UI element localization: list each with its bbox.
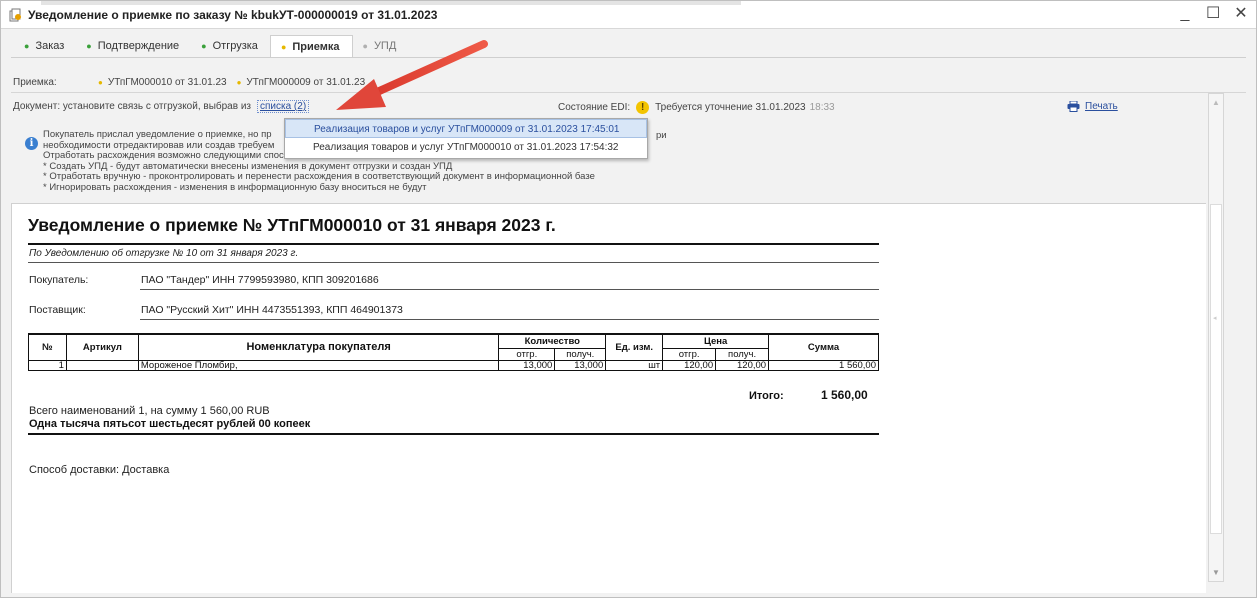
- col-unit: Ед. изм.: [605, 333, 664, 361]
- col-article: Артикул: [65, 333, 139, 361]
- buyer-row: Покупатель: ПАО "Тандер" ИНН 7799593980,…: [29, 274, 379, 286]
- window-title: Уведомление о приемке по заказу № kbukУТ…: [28, 8, 438, 22]
- items-table: № Артикул Номенклатура покупателя Количе…: [28, 333, 879, 371]
- acceptance-link-1[interactable]: ● УТпГМ000010 от 31.01.23: [98, 77, 227, 88]
- tab-label: УПД: [373, 40, 397, 52]
- dropdown-item-realization-009[interactable]: Реализация товаров и услуг УТпГМ000009 о…: [285, 119, 647, 138]
- cell-article: [65, 359, 139, 371]
- tab-label: Подтверждение: [97, 40, 180, 52]
- dropdown-item-realization-010[interactable]: Реализация товаров и услуг УТпГМ000010 о…: [285, 138, 647, 157]
- cell-qty-shipped: 13,000: [498, 359, 556, 371]
- print-label: Печать: [1085, 101, 1118, 112]
- document-select-dropdown: Реализация товаров и услуг УТпГМ000009 о…: [284, 118, 648, 159]
- tabs-divider: [11, 57, 1246, 58]
- col-num: №: [28, 333, 67, 361]
- tab-order[interactable]: ● Заказ: [14, 35, 76, 57]
- supplier-underline: [140, 319, 879, 320]
- status-dot-icon: ●: [362, 41, 368, 51]
- cell-qty-received: 13,000: [554, 359, 607, 371]
- acceptance-link-2[interactable]: ● УТпГМ000009 от 31.01.23: [237, 77, 366, 88]
- acceptance-label: Приемка:: [13, 77, 57, 88]
- edi-label: Состояние EDI:: [558, 102, 631, 113]
- cell-price-shipped: 120,00: [662, 359, 717, 371]
- report-title: Уведомление о приемке № УТпГМ000010 от 3…: [28, 215, 556, 235]
- acceptance-link-text: УТпГМ000009 от 31.01.23: [246, 77, 366, 88]
- table-row: 1 Мороженое Пломбир, 13,000 13,000 шт 12…: [28, 359, 879, 371]
- document-app-icon: [9, 8, 21, 22]
- edi-status-text: Требуется уточнение: [655, 102, 753, 113]
- window: Уведомление о приемке по заказу № kbukУТ…: [0, 0, 1257, 598]
- status-dot-icon: ●: [24, 41, 30, 51]
- cell-price-received: 120,00: [715, 359, 770, 371]
- vertical-scrollbar[interactable]: ▲ ◂ ▼: [1208, 93, 1224, 582]
- acceptance-row: Приемка: ● УТпГМ000010 от 31.01.23 ● УТп…: [13, 77, 375, 88]
- total-label: Итого:: [749, 390, 784, 402]
- tab-confirmation[interactable]: ● Подтверждение: [76, 35, 191, 57]
- scroll-grip-icon: ◂: [1213, 315, 1217, 322]
- buyer-label: Покупатель:: [29, 274, 89, 286]
- divider: [11, 92, 1246, 93]
- info-icon: i: [25, 137, 38, 150]
- edi-time: 18:33: [809, 102, 835, 113]
- maximize-button[interactable]: ☐: [1206, 5, 1220, 23]
- info-line: * Игнорировать расхождения - изменения в…: [43, 181, 427, 193]
- warning-icon: !: [636, 101, 650, 114]
- tab-upd[interactable]: ● УПД: [353, 35, 409, 57]
- col-quantity: Количество: [498, 333, 607, 349]
- col-price: Цена: [662, 333, 770, 349]
- scroll-thumb[interactable]: [1210, 204, 1222, 534]
- status-dot-icon: ●: [98, 78, 103, 87]
- total-value: 1 560,00: [821, 388, 868, 402]
- tab-shipment[interactable]: ● Отгрузка: [191, 35, 270, 57]
- edi-date: 31.01.2023: [755, 102, 806, 113]
- buyer-value: ПАО "Тандер" ИНН 7799593980, КПП 3092016…: [141, 274, 379, 286]
- tab-label: Заказ: [35, 40, 65, 52]
- acceptance-link-text: УТпГМ000010 от 31.01.23: [107, 77, 227, 88]
- document-label: Документ: установите связь с отгрузкой, …: [13, 101, 251, 112]
- tab-label: Отгрузка: [212, 40, 258, 52]
- col-nomenclature: Номенклатура покупателя: [137, 333, 500, 361]
- buyer-underline: [140, 289, 879, 290]
- supplier-label: Поставщик:: [29, 304, 86, 316]
- cell-nomenclature: Мороженое Пломбир,: [137, 359, 500, 371]
- scroll-down-icon[interactable]: ▼: [1212, 568, 1220, 577]
- status-dot-icon: ●: [86, 41, 92, 51]
- top-strip: [41, 1, 741, 5]
- col-price-shipped: отгр.: [662, 347, 717, 361]
- title-bar: Уведомление о приемке по заказу № kbukУТ…: [1, 1, 1256, 29]
- status-dot-icon: ●: [280, 41, 287, 52]
- close-button[interactable]: ✕: [1234, 5, 1248, 23]
- edi-status: Состояние EDI: ! Требуется уточнение 31.…: [558, 101, 835, 114]
- cell-unit: шт: [605, 359, 664, 371]
- sum-summary: Всего наименований 1, на сумму 1 560,00 …: [29, 405, 270, 417]
- info-line-tail: ри: [656, 130, 667, 141]
- cell-num: 1: [28, 359, 67, 371]
- delivery-method: Способ доставки: Доставка: [29, 464, 170, 476]
- document-row: Документ: установите связь с отгрузкой, …: [13, 100, 310, 113]
- tab-bar: ● Заказ ● Подтверждение ● Отгрузка ● При…: [14, 35, 408, 57]
- report-rule: [28, 433, 879, 435]
- scroll-up-icon[interactable]: ▲: [1212, 98, 1220, 107]
- col-price-received: получ.: [715, 347, 770, 361]
- tab-label: Приемка: [292, 40, 340, 53]
- report-rule: [28, 243, 879, 245]
- info-line: * Отработать вручную - проконтролировать…: [43, 171, 595, 182]
- minimize-button[interactable]: _: [1178, 5, 1192, 23]
- sum-in-words: Одна тысяча пятьсот шестьдесят рублей 00…: [29, 418, 311, 430]
- report-rule: [28, 262, 879, 263]
- col-qty-received: получ.: [554, 347, 607, 361]
- select-from-list-link[interactable]: списка (2): [257, 100, 310, 113]
- printer-icon: [1067, 101, 1080, 112]
- cell-sum: 1 560,00: [768, 359, 879, 371]
- status-dot-icon: ●: [236, 78, 242, 87]
- supplier-row: Поставщик: ПАО "Русский Хит" ИНН 4473551…: [29, 304, 403, 316]
- col-sum: Сумма: [768, 333, 879, 361]
- col-qty-shipped: отгр.: [498, 347, 556, 361]
- status-dot-icon: ●: [201, 41, 207, 51]
- window-controls: _ ☐ ✕: [1178, 5, 1248, 23]
- report-basis: По Уведомлению об отгрузке № 10 от 31 ян…: [29, 248, 299, 259]
- tab-acceptance[interactable]: ● Приемка: [269, 35, 353, 57]
- supplier-value: ПАО "Русский Хит" ИНН 4473551393, КПП 46…: [141, 304, 403, 316]
- print-link[interactable]: Печать: [1067, 101, 1118, 112]
